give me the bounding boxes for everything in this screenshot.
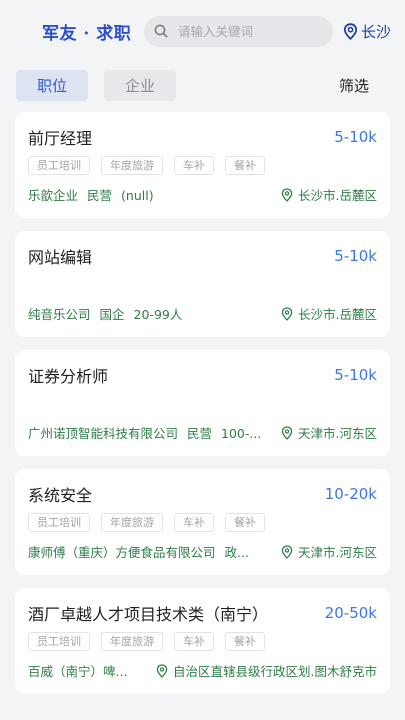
job-card[interactable]: 前厅经理 5-10k 员工培训 年度旅游 车补 餐补 乐歆企业 民营 (null) 长沙市… bbox=[15, 112, 390, 218]
filter-button[interactable]: 筛选 bbox=[339, 75, 369, 96]
job-salary: 5-10k bbox=[334, 247, 377, 265]
job-title: 网站编辑 bbox=[28, 248, 93, 267]
job-location: 天津市.河东区 bbox=[281, 423, 377, 442]
job-list: 前厅经理 5-10k 员工培训 年度旅游 车补 餐补 乐歆企业 民营 (null) 长沙市… bbox=[0, 104, 405, 694]
location-pin-icon bbox=[281, 306, 293, 321]
location-label: 自治区直辖县级行政区划.图木舒克市 bbox=[173, 664, 377, 679]
job-title: 前厅经理 bbox=[28, 129, 93, 148]
company-info: 康师傅（重庆）方便食品有限公司 政... bbox=[28, 542, 249, 561]
company-info: 百威（南宁）啤... bbox=[28, 661, 127, 680]
tab-positions[interactable]: 职位 bbox=[16, 69, 88, 101]
company-ownership: 国企 bbox=[99, 307, 125, 322]
job-salary: 5-10k bbox=[334, 128, 377, 146]
location-pin-icon bbox=[281, 425, 293, 440]
company-info: 广州诺顶智能科技有限公司 民营 100-... bbox=[28, 423, 261, 442]
job-salary: 10-20k bbox=[324, 485, 377, 503]
company-name: 百威（南宁）啤... bbox=[28, 664, 128, 679]
benefit-tag: 年度旅游 bbox=[101, 156, 163, 175]
location-label: 天津市.河东区 bbox=[298, 545, 377, 560]
job-title: 酒厂卓越人才项目技术类（南宁） bbox=[28, 605, 269, 624]
company-info: 纯音乐公司 国企 20-99人 bbox=[28, 304, 182, 323]
location-label: 长沙市.岳麓区 bbox=[298, 188, 377, 203]
job-card[interactable]: 系统安全 10-20k 员工培训 年度旅游 车补 餐补 康师傅（重庆）方便食品有限公司… bbox=[15, 469, 390, 575]
job-card[interactable]: 酒厂卓越人才项目技术类（南宁） 20-50k 员工培训 年度旅游 车补 餐补 百威（南… bbox=[15, 588, 390, 694]
search-box[interactable] bbox=[144, 15, 333, 47]
benefit-tag: 车补 bbox=[174, 156, 214, 175]
tab-companies[interactable]: 企业 bbox=[104, 69, 176, 101]
company-name: 纯音乐公司 bbox=[28, 307, 91, 322]
job-salary: 20-50k bbox=[324, 604, 377, 622]
job-location: 自治区直辖县级行政区划.图木舒克市 bbox=[156, 661, 377, 680]
location-pin-icon bbox=[343, 22, 358, 40]
benefit-tags: 员工培训 年度旅游 车补 餐补 bbox=[28, 513, 377, 533]
benefit-tag: 员工培训 bbox=[28, 513, 90, 532]
job-location: 长沙市.岳麓区 bbox=[281, 304, 377, 323]
job-location: 天津市.河东区 bbox=[281, 542, 377, 561]
tab-bar: 职位 企业 筛选 bbox=[0, 62, 405, 104]
job-salary: 5-10k bbox=[334, 366, 377, 384]
company-size: (null) bbox=[121, 188, 154, 203]
company-ownership: 政... bbox=[224, 545, 249, 560]
city-selector[interactable]: 长沙 bbox=[343, 21, 391, 42]
job-location: 长沙市.岳麓区 bbox=[281, 185, 377, 204]
benefit-tags: 员工培训 年度旅游 车补 餐补 bbox=[28, 632, 377, 652]
benefit-tags bbox=[28, 394, 377, 414]
location-pin-icon bbox=[281, 187, 293, 202]
company-name: 广州诺顶智能科技有限公司 bbox=[28, 426, 179, 441]
benefit-tag: 车补 bbox=[174, 513, 214, 532]
job-title: 证券分析师 bbox=[28, 367, 109, 386]
benefit-tags: 员工培训 年度旅游 车补 餐补 bbox=[28, 156, 377, 176]
company-ownership: 民营 bbox=[187, 426, 213, 441]
job-title: 系统安全 bbox=[28, 486, 93, 505]
company-name: 康师傅（重庆）方便食品有限公司 bbox=[28, 545, 216, 560]
location-label: 长沙市.岳麓区 bbox=[298, 307, 377, 322]
company-size: 20-99人 bbox=[133, 307, 183, 322]
city-label: 长沙 bbox=[360, 22, 391, 41]
app-logo: 军友 · 求职 bbox=[42, 23, 132, 44]
benefit-tag: 员工培训 bbox=[28, 156, 90, 175]
benefit-tags bbox=[28, 275, 377, 295]
location-pin-icon bbox=[281, 544, 293, 559]
benefit-tag: 餐补 bbox=[225, 632, 265, 651]
location-label: 天津市.河东区 bbox=[298, 426, 377, 441]
company-ownership: 民营 bbox=[87, 188, 113, 203]
company-info: 乐歆企业 民营 (null) bbox=[28, 185, 154, 204]
benefit-tag: 餐补 bbox=[225, 513, 265, 532]
benefit-tag: 餐补 bbox=[225, 156, 265, 175]
company-size: 100-... bbox=[221, 426, 262, 441]
search-input[interactable] bbox=[178, 23, 323, 39]
job-card[interactable]: 网站编辑 5-10k 纯音乐公司 国企 20-99人 长沙市.岳麓区 bbox=[15, 231, 390, 337]
benefit-tag: 员工培训 bbox=[28, 632, 90, 651]
top-bar: 军友 · 求职 长沙 bbox=[0, 0, 405, 62]
search-icon bbox=[154, 24, 168, 38]
benefit-tag: 年度旅游 bbox=[101, 513, 163, 532]
location-pin-icon bbox=[156, 663, 168, 678]
benefit-tag: 年度旅游 bbox=[101, 632, 163, 651]
job-card[interactable]: 证券分析师 5-10k 广州诺顶智能科技有限公司 民营 100-... 天津市.河东… bbox=[15, 350, 390, 456]
benefit-tag: 车补 bbox=[174, 632, 214, 651]
company-name: 乐歆企业 bbox=[28, 188, 79, 203]
